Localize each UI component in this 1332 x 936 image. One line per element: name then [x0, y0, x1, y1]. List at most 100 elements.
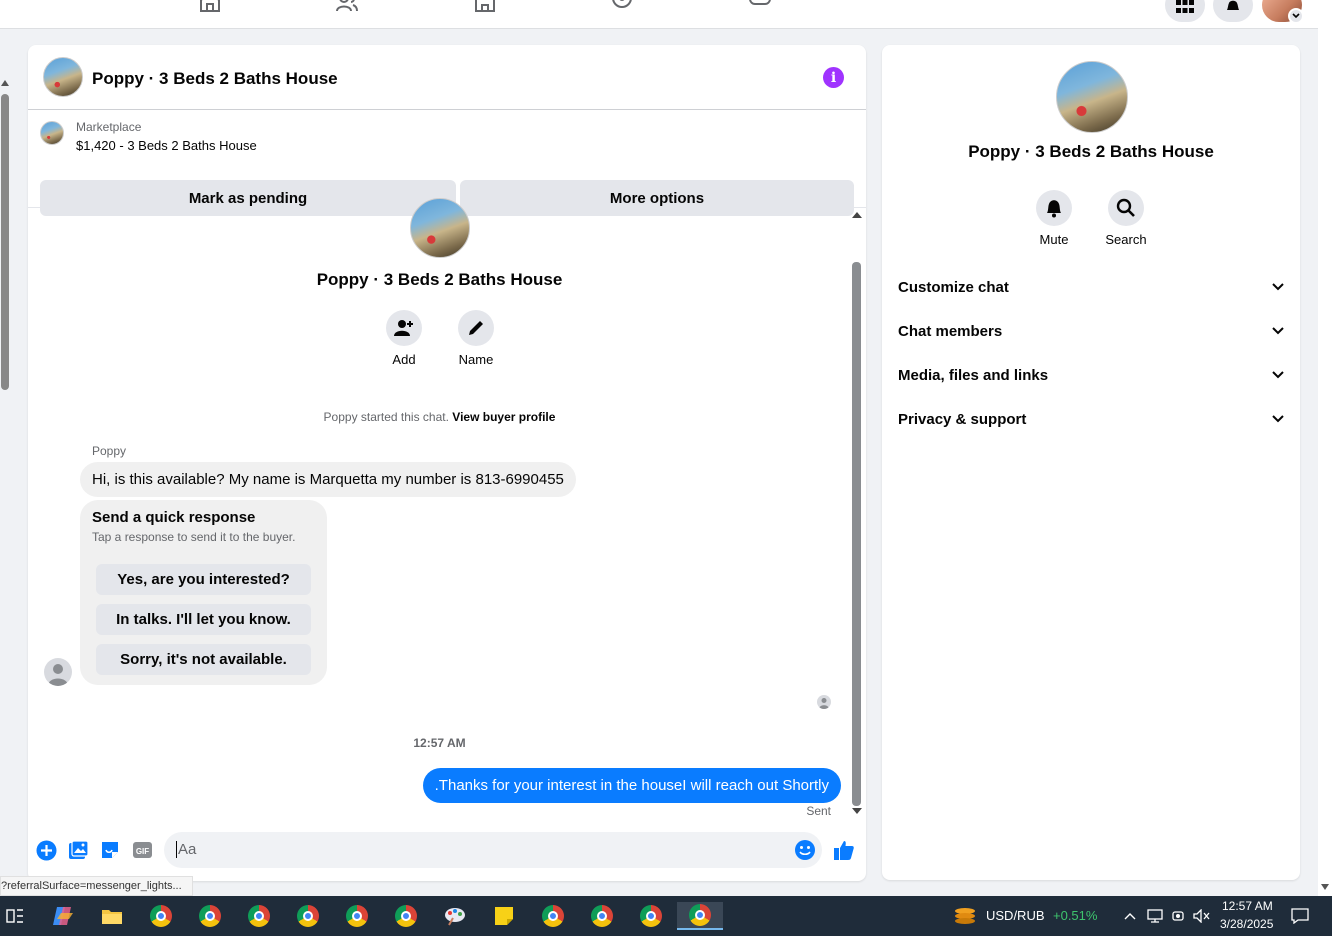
chrome-icon[interactable]: [293, 902, 323, 930]
section-label: Media, files and links: [898, 366, 1049, 384]
emoji-icon[interactable]: [794, 839, 816, 861]
privacy-support-section[interactable]: Privacy & support: [898, 401, 1284, 437]
search-icon: [1116, 198, 1135, 217]
info-icon[interactable]: i: [823, 67, 844, 88]
chrome-icon[interactable]: [538, 902, 568, 930]
plus-icon[interactable]: [35, 839, 57, 861]
photo-icon[interactable]: [67, 839, 89, 861]
copilot-icon[interactable]: [48, 902, 78, 930]
chrome-icon[interactable]: [195, 902, 225, 930]
svg-text:GIF: GIF: [135, 847, 148, 856]
chat-info-panel: Poppy · 3 Beds 2 Baths House Mute Search…: [882, 45, 1300, 880]
scroll-up-icon[interactable]: [852, 212, 862, 218]
chevron-down-icon: [1272, 283, 1284, 291]
sender-name: Poppy: [92, 444, 127, 458]
chrome-icon[interactable]: [146, 902, 176, 930]
chrome-icon[interactable]: [391, 902, 421, 930]
search-button[interactable]: Search: [1105, 190, 1147, 247]
listing-price[interactable]: $1,420 - 3 Beds 2 Baths House: [76, 138, 257, 153]
message-list: Poppy · 3 Beds 2 Baths House Add Name Po…: [28, 198, 866, 826]
read-receipt-avatar: [817, 695, 831, 709]
bell-icon: [1047, 200, 1061, 218]
message-timestamp: 12:57 AM: [413, 736, 466, 750]
scroll-up-icon[interactable]: [1, 80, 9, 86]
quick-reply-button[interactable]: Yes, are you interested?: [96, 564, 311, 595]
person-icon: [819, 698, 829, 709]
edit-name-button[interactable]: Name: [458, 310, 494, 367]
sticky-notes-icon[interactable]: [489, 902, 519, 930]
quick-reply-button[interactable]: Sorry, it's not available.: [96, 644, 311, 675]
listing-summary: Marketplace $1,420 - 3 Beds 2 Baths Hous…: [28, 110, 866, 216]
incoming-message[interactable]: Hi, is this available? My name is Marque…: [80, 462, 576, 497]
like-icon[interactable]: [833, 839, 855, 861]
paint-icon[interactable]: [440, 902, 470, 930]
chevron-down-icon: [1272, 327, 1284, 335]
groups-icon[interactable]: [610, 0, 636, 12]
currency-pair[interactable]: USD/RUB: [986, 908, 1045, 923]
quick-response-title: Send a quick response: [92, 509, 256, 526]
notifications-button[interactable]: [1213, 0, 1253, 22]
scrollbar-thumb[interactable]: [1, 94, 9, 390]
top-navigation: [0, 0, 1318, 29]
quick-response-card: Send a quick response Tap a response to …: [80, 500, 327, 685]
volume-muted-icon[interactable]: [1190, 902, 1214, 930]
info-avatar: [1056, 61, 1128, 133]
market-widget-icon[interactable]: [950, 902, 980, 930]
chat-header: Poppy · 3 Beds 2 Baths House i: [28, 45, 866, 110]
left-scrollbar[interactable]: [0, 32, 12, 892]
listing-avatar[interactable]: [43, 57, 83, 97]
network-icon[interactable]: [1143, 902, 1167, 930]
chrome-icon[interactable]: [244, 902, 274, 930]
sticker-icon[interactable]: [99, 839, 121, 861]
camera-icon[interactable]: [1167, 902, 1191, 930]
view-buyer-profile-link[interactable]: View buyer profile: [452, 410, 555, 424]
home-icon[interactable]: [198, 0, 224, 12]
quick-reply-button[interactable]: In talks. I'll let you know.: [96, 604, 311, 635]
quick-response-subtitle: Tap a response to send it to the buyer.: [92, 530, 296, 544]
chat-panel: Poppy · 3 Beds 2 Baths House i Marketpla…: [28, 45, 866, 881]
media-files-links-section[interactable]: Media, files and links: [898, 357, 1284, 393]
chrome-icon[interactable]: [587, 902, 617, 930]
friends-icon[interactable]: [335, 0, 361, 12]
sender-avatar[interactable]: [44, 658, 72, 686]
menu-grid-button[interactable]: [1165, 0, 1205, 22]
notification-center-icon[interactable]: [1286, 902, 1314, 930]
link-status-bar: ?referralSurface=messenger_lights...: [0, 876, 193, 896]
file-explorer-icon[interactable]: [97, 902, 127, 930]
message-composer: GIF Aa: [28, 826, 866, 874]
chat-avatar: [410, 198, 470, 258]
gif-icon[interactable]: GIF: [131, 839, 153, 861]
message-scrollbar[interactable]: [851, 208, 863, 820]
outgoing-message[interactable]: .Thanks for your interest in the houseI …: [422, 768, 841, 803]
task-view-icon[interactable]: [0, 902, 30, 930]
clock-date[interactable]: 3/28/2025: [1220, 917, 1273, 931]
chevron-up-icon[interactable]: [1118, 902, 1142, 930]
chrome-icon-active[interactable]: [677, 902, 723, 930]
add-person-button[interactable]: Add: [386, 310, 422, 367]
chat-title[interactable]: Poppy · 3 Beds 2 Baths House: [92, 69, 338, 89]
marketplace-icon[interactable]: [473, 0, 499, 12]
person-icon: [48, 664, 68, 686]
gaming-icon[interactable]: [748, 0, 774, 12]
search-label: Search: [1105, 232, 1147, 247]
listing-source: Marketplace: [76, 120, 142, 134]
listing-thumbnail[interactable]: [40, 121, 64, 145]
chat-members-section[interactable]: Chat members: [898, 313, 1284, 349]
scroll-down-icon[interactable]: [1321, 884, 1329, 890]
chevron-down-icon: [1288, 8, 1304, 24]
bell-icon: [1227, 0, 1239, 10]
page-scrollbar[interactable]: [1318, 0, 1332, 896]
chevron-down-icon: [1272, 415, 1284, 423]
mute-button[interactable]: Mute: [1036, 190, 1072, 247]
customize-chat-section[interactable]: Customize chat: [898, 269, 1284, 305]
scroll-down-icon[interactable]: [852, 808, 862, 814]
message-input[interactable]: Aa: [164, 832, 822, 868]
add-person-icon: [394, 320, 413, 336]
clock-time[interactable]: 12:57 AM: [1222, 899, 1273, 913]
scrollbar-thumb[interactable]: [852, 262, 861, 806]
chrome-icon[interactable]: [636, 902, 666, 930]
currency-change: +0.51%: [1053, 908, 1098, 923]
account-avatar[interactable]: [1262, 0, 1304, 24]
started-text: Poppy started this chat.: [323, 410, 449, 424]
chrome-icon[interactable]: [342, 902, 372, 930]
